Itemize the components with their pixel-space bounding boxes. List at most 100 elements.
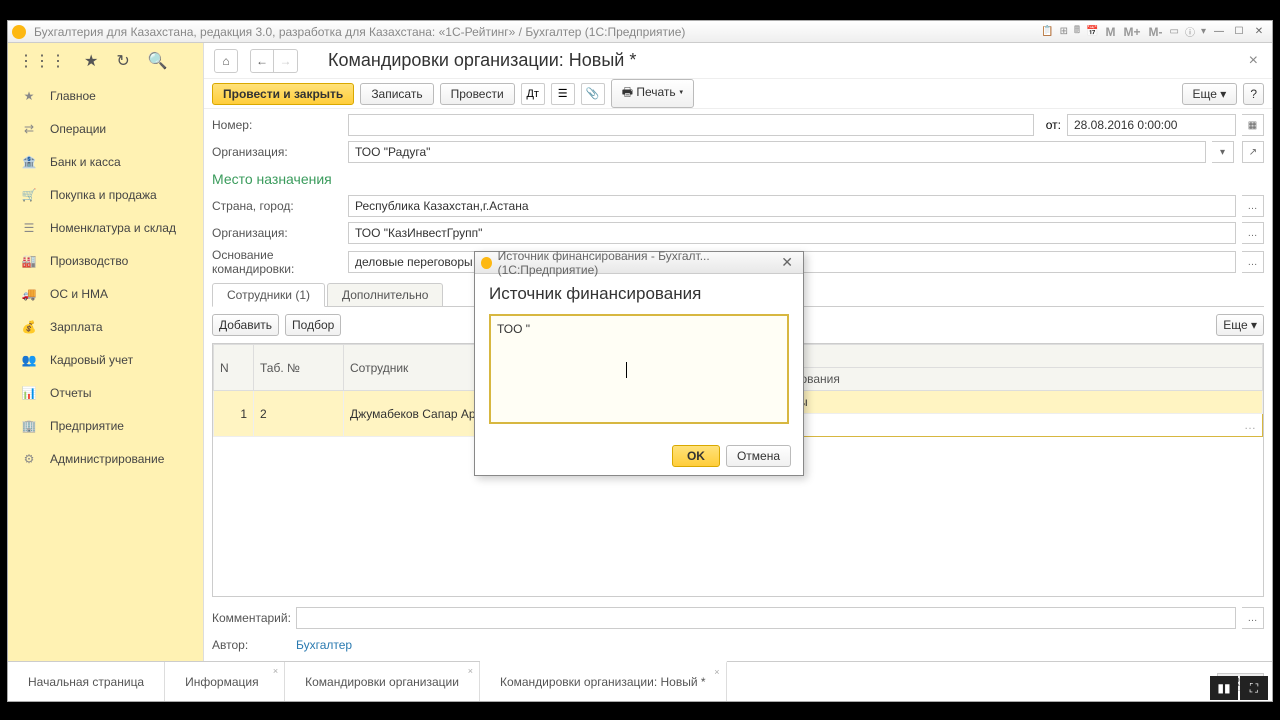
footer-tab-info[interactable]: Информация× [165,662,285,701]
comment-label: Комментарий: [212,611,290,625]
building-icon: 🏢 [20,419,38,433]
pause-icon[interactable]: ▮▮ [1210,676,1238,700]
structure-icon[interactable]: ☰ [551,83,575,105]
help-button[interactable]: ? [1243,83,1264,105]
print-button[interactable]: 🖶 Печать ▾ [611,79,695,108]
maximize-button[interactable]: ☐ [1230,25,1248,39]
modal-cancel-button[interactable]: Отмена [726,445,791,467]
tb-icon-5[interactable]: ▭ [1168,26,1181,37]
app-icon [12,25,26,39]
pick-button[interactable]: Подбор [285,314,341,336]
apps-icon[interactable]: ⋮⋮⋮ [18,51,66,71]
dropdown-icon[interactable]: ▾ [1212,141,1234,163]
dt-kt-icon[interactable]: Дт [521,83,545,105]
ellipsis-icon[interactable]: … [1242,222,1264,244]
sidebar-item-purchase[interactable]: 🛒Покупка и продажа [8,178,203,211]
sidebar-item-production[interactable]: 🏭Производство [8,244,203,277]
history-icon[interactable]: ↻ [116,51,129,71]
m-minus-icon[interactable]: M- [1146,25,1166,39]
dest-org-input[interactable] [348,222,1236,244]
sidebar-item-label: Производство [50,254,128,268]
modal-close-button[interactable]: ✕ [777,254,797,271]
sidebar-item-hr[interactable]: 👥Кадровый учет [8,343,203,376]
close-button[interactable]: ✕ [1250,25,1268,39]
more-button-2[interactable]: Еще ▾ [1216,314,1264,336]
footer-tab-start[interactable]: Начальная страница [8,662,165,701]
sidebar-item-reports[interactable]: 📊Отчеты [8,376,203,409]
modal-ok-button[interactable]: OK [672,445,720,467]
page-title: Командировки организации: Новый * [328,50,1245,71]
forward-button[interactable]: → [274,49,298,73]
tb-dropdown[interactable]: ▾ [1199,26,1208,37]
info-icon[interactable]: ⓘ [1183,24,1197,39]
comment-input[interactable] [296,607,1236,629]
chart-icon: 📊 [20,386,38,400]
favorites-icon[interactable]: ★ [84,51,98,71]
sidebar-item-label: Номенклатура и склад [50,221,176,235]
calendar-icon[interactable]: ▦ [1242,114,1264,136]
ellipsis-icon[interactable]: … [1242,251,1264,273]
modal-textarea[interactable] [489,314,789,424]
back-button[interactable]: ← [250,49,274,73]
sidebar-item-label: ОС и НМА [50,287,108,301]
gear-icon: ⚙ [20,452,38,466]
open-icon[interactable]: ↗ [1242,141,1264,163]
ellipsis-icon[interactable]: … [1242,607,1264,629]
footer-tabs: Начальная страница Информация× Командиро… [8,661,1272,701]
sidebar: ⋮⋮⋮ ★ ↻ 🔍 ★Главное ⇄Операции 🏦 Банк и кас… [8,43,204,661]
close-icon[interactable]: × [714,667,719,677]
tb-icon-2[interactable]: ⊞ [1058,26,1070,37]
org-label: Организация: [212,145,342,159]
tb-icon-1[interactable]: 📋 [1039,26,1055,37]
date-input[interactable] [1067,114,1236,136]
close-icon[interactable]: × [468,666,473,676]
tab-additional[interactable]: Дополнительно [327,283,443,306]
post-close-button[interactable]: Провести и закрыть [212,83,354,105]
sidebar-item-bank[interactable]: 🏦 Банк и касса [8,145,203,178]
operations-icon: ⇄ [20,122,38,136]
sidebar-item-label: Предприятие [50,419,124,433]
sidebar-item-main[interactable]: ★Главное [8,79,203,112]
cell-tab: 2 [254,391,344,437]
close-page-button[interactable]: × [1245,48,1262,74]
sidebar-item-assets[interactable]: 🚚ОС и НМА [8,277,203,310]
minimize-button[interactable]: — [1210,25,1228,39]
author-link[interactable]: Бухгалтер [296,638,352,652]
sidebar-item-admin[interactable]: ⚙ Администрирование [8,442,203,475]
basis-label: Основание командировки: [212,248,342,276]
country-input[interactable] [348,195,1236,217]
fullscreen-icon[interactable]: ⛶ [1240,676,1268,700]
post-button[interactable]: Провести [440,83,515,105]
sidebar-item-operations[interactable]: ⇄Операции [8,112,203,145]
close-icon[interactable]: × [273,666,278,676]
sidebar-item-label: Кадровый учет [50,353,133,367]
tab-employees[interactable]: Сотрудники (1) [212,283,325,307]
sidebar-item-label: Администрирование [50,452,164,466]
add-button[interactable]: Добавить [212,314,279,336]
col-n[interactable]: N [214,345,254,391]
bank-icon: 🏦 [20,155,38,169]
sidebar-item-salary[interactable]: 💰Зарплата [8,310,203,343]
footer-tab-trips-new[interactable]: Командировки организации: Новый *× [480,661,727,701]
tb-icon-3[interactable]: 🖩 [1072,23,1082,40]
ellipsis-icon[interactable]: … [1242,195,1264,217]
save-button[interactable]: Записать [360,83,433,105]
home-button[interactable]: ⌂ [214,49,238,73]
search-icon[interactable]: 🔍 [148,51,168,71]
sidebar-item-label: Банк и касса [50,155,121,169]
col-tab[interactable]: Таб. № [254,345,344,391]
toolbar: Провести и закрыть Записать Провести Дт … [204,79,1272,109]
tb-icon-4[interactable]: 📅 [1084,26,1100,37]
m-icon[interactable]: M [1103,25,1119,39]
modal-titlebar: Источник финансирования - Бухгалт... (1С… [475,252,803,274]
more-button[interactable]: Еще ▾ [1182,83,1238,105]
m-plus-icon[interactable]: M+ [1121,25,1144,39]
country-label: Страна, город: [212,199,342,213]
sidebar-top: ⋮⋮⋮ ★ ↻ 🔍 [8,43,203,79]
sidebar-item-company[interactable]: 🏢 Предприятие [8,409,203,442]
attach-icon[interactable]: 📎 [581,83,605,105]
org-input[interactable] [348,141,1206,163]
sidebar-item-stock[interactable]: ☰Номенклатура и склад [8,211,203,244]
number-input[interactable] [348,114,1034,136]
footer-tab-trips[interactable]: Командировки организации× [285,662,480,701]
